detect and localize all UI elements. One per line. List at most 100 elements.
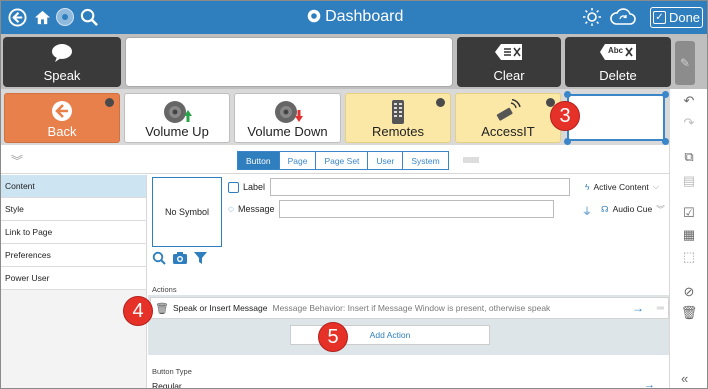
resize-handle[interactable] bbox=[662, 138, 669, 145]
tab-label: Button bbox=[246, 155, 271, 166]
done-button[interactable]: ✓ Done bbox=[650, 7, 703, 28]
badge-number: 5 bbox=[327, 325, 339, 348]
hide-icon[interactable]: ⊘ bbox=[680, 284, 698, 300]
chevron-double-down-icon: ︾ bbox=[656, 204, 665, 214]
sidebar-item-label: Link to Page bbox=[5, 227, 53, 237]
delete-action-icon[interactable]: 🗑 bbox=[151, 302, 173, 315]
app-window: Dashboard ✓ Done Speak Clear Abc Delete … bbox=[0, 0, 708, 389]
editor-tabs-bar: ︾ Button Page Page Set User System bbox=[1, 145, 669, 174]
arrow-right-icon[interactable]: → bbox=[632, 301, 644, 315]
message-window[interactable] bbox=[125, 37, 453, 87]
marquee-select-icon[interactable]: ⬚ bbox=[680, 249, 698, 265]
lightning-icon: ϟ bbox=[585, 181, 590, 192]
arrow-right-icon[interactable]: → bbox=[644, 379, 655, 388]
pencil-icon[interactable]: ✎ bbox=[675, 41, 695, 85]
volume-down-button[interactable]: Volume Down bbox=[234, 93, 341, 143]
wireless-device-icon bbox=[494, 98, 522, 126]
tab-button[interactable]: Button bbox=[237, 151, 280, 170]
paste-icon[interactable]: ▤ bbox=[680, 173, 698, 189]
speech-icon: ◌ bbox=[228, 203, 234, 215]
speak-button[interactable]: Speak bbox=[3, 37, 121, 87]
delete-button[interactable]: Abc Delete bbox=[565, 37, 671, 87]
drag-handle-icon[interactable]: ═ bbox=[657, 303, 664, 314]
camera-icon[interactable] bbox=[172, 251, 188, 268]
no-symbol-text: No Symbol bbox=[164, 207, 209, 217]
action-description: Message Behavior: Insert if Message Wind… bbox=[272, 303, 551, 313]
symbol-preview[interactable]: No Symbol bbox=[152, 177, 222, 247]
headphones-icon: ☊ bbox=[601, 203, 609, 214]
button-type-heading: Button Type bbox=[152, 367, 192, 376]
back-page-button[interactable]: Back bbox=[4, 93, 120, 143]
button-row: Back Volume Up Volume Down Remotes Acces… bbox=[1, 89, 707, 145]
select-all-icon[interactable]: ☑ bbox=[680, 205, 698, 221]
message-field-label: Message bbox=[237, 204, 275, 214]
sidebar-item-preferences[interactable]: Preferences bbox=[1, 244, 146, 267]
grid-icon[interactable]: ▦ bbox=[680, 227, 698, 243]
tab-page[interactable]: Page bbox=[278, 151, 317, 170]
collapse-panel-icon[interactable]: « bbox=[681, 371, 688, 386]
sidebar-item-link-to-page[interactable]: Link to Page bbox=[1, 221, 146, 244]
clear-icon bbox=[494, 43, 524, 64]
audio-cue-dropdown[interactable]: ☊ Audio Cue ︾ bbox=[601, 203, 665, 215]
done-label: Done bbox=[668, 10, 701, 25]
actions-heading: Actions bbox=[152, 285, 177, 294]
tab-label: User bbox=[376, 155, 395, 166]
tab-system[interactable]: System bbox=[402, 151, 449, 170]
message-row: ◌ Message bbox=[228, 199, 555, 219]
copy-icon[interactable]: ⧉ bbox=[680, 149, 698, 165]
button-type-value[interactable]: Regular bbox=[152, 381, 182, 388]
message-bar: Speak Clear Abc Delete ✎ bbox=[1, 34, 707, 89]
selected-empty-button[interactable] bbox=[567, 94, 665, 141]
sidebar-item-label: Power User bbox=[5, 273, 50, 283]
filter-icon[interactable] bbox=[194, 251, 207, 268]
back-page-label: Back bbox=[47, 124, 77, 139]
resize-handle[interactable] bbox=[564, 138, 571, 145]
sidebar-item-style[interactable]: Style bbox=[1, 198, 146, 221]
speak-label: Speak bbox=[43, 68, 81, 83]
brightness-icon[interactable] bbox=[582, 7, 602, 27]
button-dot-icon bbox=[105, 98, 114, 107]
message-input[interactable] bbox=[279, 200, 555, 218]
tobii-logo-icon bbox=[307, 9, 320, 23]
audio-cue-label: Audio Cue bbox=[612, 204, 653, 214]
content-editor: No Symbol Label ϟ Active Content ⌵ ◌ Mes… bbox=[148, 175, 669, 388]
active-content-dropdown[interactable]: ϟ Active Content ⌵ bbox=[585, 181, 659, 192]
action-item[interactable]: 🗑 Speak or Insert Message Message Behavi… bbox=[150, 297, 669, 319]
collapse-chevron-icon[interactable]: ︾ bbox=[11, 152, 23, 169]
accessit-label: AccessIT bbox=[481, 124, 535, 139]
accessit-button[interactable]: AccessIT bbox=[455, 93, 561, 143]
tab-label: Page Set bbox=[324, 155, 360, 166]
search-symbol-icon[interactable] bbox=[152, 251, 166, 268]
annotation-badge: 5 bbox=[318, 322, 348, 352]
action-title: Speak or Insert Message bbox=[173, 303, 268, 313]
editor-tabs: Button Page Page Set User System bbox=[237, 151, 479, 170]
sidebar-item-content[interactable]: Content bbox=[1, 175, 146, 198]
tab-page-set[interactable]: Page Set bbox=[315, 151, 369, 170]
cloud-sync-icon[interactable] bbox=[609, 7, 637, 27]
back-arrow-icon bbox=[50, 99, 74, 126]
add-action-label: Add Action bbox=[369, 330, 411, 340]
badge-number: 3 bbox=[559, 104, 571, 127]
button-dot-icon bbox=[436, 98, 445, 107]
actions-list: 🗑 Speak or Insert Message Message Behavi… bbox=[148, 295, 669, 355]
resize-handle[interactable] bbox=[662, 91, 669, 98]
resize-handle[interactable] bbox=[564, 91, 571, 98]
delete-word-icon: Abc bbox=[599, 43, 637, 61]
undo-icon[interactable]: ↶ bbox=[680, 93, 698, 109]
sidebar-item-label: Preferences bbox=[5, 250, 51, 260]
redo-icon[interactable]: ↷ bbox=[680, 115, 698, 131]
microphone-icon[interactable]: ⏚ bbox=[582, 203, 592, 218]
label-input[interactable] bbox=[270, 178, 571, 196]
volume-up-button[interactable]: Volume Up bbox=[124, 93, 230, 143]
annotation-badge: 3 bbox=[550, 101, 580, 131]
active-content-label: Active Content bbox=[593, 181, 649, 192]
sidebar-item-power-user[interactable]: Power User bbox=[1, 267, 146, 290]
sidebar-item-label: Style bbox=[5, 204, 24, 214]
speech-bubble-icon bbox=[50, 43, 74, 66]
remotes-button[interactable]: Remotes bbox=[345, 93, 451, 143]
label-checkbox[interactable] bbox=[228, 181, 239, 193]
clear-button[interactable]: Clear bbox=[457, 37, 561, 87]
tab-user[interactable]: User bbox=[367, 151, 404, 170]
trash-icon[interactable]: 🗑 bbox=[680, 305, 698, 321]
symbol-tools bbox=[152, 251, 207, 268]
